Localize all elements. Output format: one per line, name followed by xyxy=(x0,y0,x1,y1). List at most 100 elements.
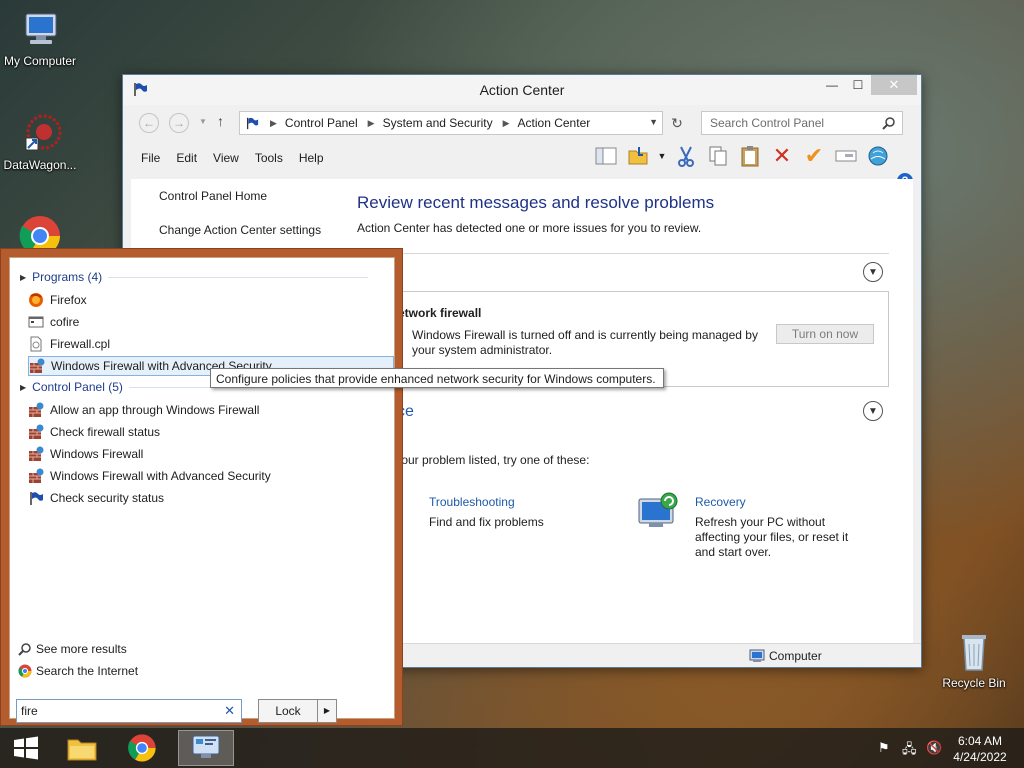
maintenance-section-header[interactable]: tenance ▼ xyxy=(357,393,889,431)
result-label: Firewall.cpl xyxy=(50,337,111,351)
volume-muted-icon[interactable]: 🔇 xyxy=(926,740,942,756)
breadcrumb-system-security[interactable]: System and Security xyxy=(383,116,493,130)
taskbar: ⚑ 🖧 🔇 6:04 AM 4/24/2022 xyxy=(0,728,1024,768)
menu-view[interactable]: View xyxy=(205,147,247,169)
search-control-panel-input[interactable]: Search Control Panel xyxy=(701,111,903,135)
result-cofire[interactable]: cofire xyxy=(28,312,394,332)
firewall-icon xyxy=(29,402,44,417)
recovery-item[interactable]: Recovery Refresh your PC without affecti… xyxy=(695,495,865,560)
rename-button[interactable] xyxy=(833,143,859,169)
taskbar-chrome[interactable] xyxy=(116,730,168,766)
desktop-icon-my-computer[interactable]: My Computer xyxy=(0,8,82,68)
start-button[interactable] xyxy=(0,730,52,766)
breadcrumb-separator-icon: ▶ xyxy=(270,117,277,128)
copy-button[interactable] xyxy=(705,143,731,169)
flag-icon[interactable]: ⚑ xyxy=(878,740,890,756)
close-button[interactable]: ✕ xyxy=(871,75,917,95)
result-allow-app-firewall[interactable]: Allow an app through Windows Firewall xyxy=(28,400,394,420)
security-section-header[interactable]: ity ▼ xyxy=(357,253,889,291)
desktop-icon-label: DataWagon... xyxy=(3,158,77,172)
chrome-icon xyxy=(18,664,32,678)
status-computer: Computer xyxy=(769,649,822,663)
file-icon xyxy=(30,336,42,352)
copy-icon xyxy=(709,146,727,166)
folder-icon xyxy=(67,739,97,761)
layout-button[interactable] xyxy=(593,143,619,169)
result-windows-firewall-advanced-cp[interactable]: Windows Firewall with Advanced Security xyxy=(28,466,394,486)
title-bar[interactable]: Action Center — ☐ ✕ xyxy=(123,75,921,105)
clear-search-icon[interactable]: ✕ xyxy=(224,703,235,719)
nav-change-action-center-settings[interactable]: Change Action Center settings xyxy=(159,223,321,237)
menu-file[interactable]: File xyxy=(133,147,168,169)
page-title: Review recent messages and resolve probl… xyxy=(357,193,715,212)
forward-button[interactable]: → xyxy=(169,113,189,133)
menu-edit[interactable]: Edit xyxy=(168,147,205,169)
web-button[interactable] xyxy=(865,143,891,169)
back-button[interactable]: ← xyxy=(139,113,159,133)
breadcrumb-separator-icon: ▶ xyxy=(367,117,375,128)
taskbar-control-panel[interactable] xyxy=(178,730,234,766)
chevron-down-icon[interactable]: ▼ xyxy=(649,117,658,127)
control-panel-icon xyxy=(192,735,220,758)
troubleshooting-link[interactable]: Troubleshooting xyxy=(429,495,589,510)
result-label: Check firewall status xyxy=(50,425,161,439)
folder-dropdown[interactable]: ▼ xyxy=(657,143,667,169)
recovery-icon xyxy=(638,492,678,527)
up-button[interactable]: ↑ xyxy=(217,113,224,129)
troubleshooting-item[interactable]: Troubleshooting Find and fix problems xyxy=(429,495,589,530)
folder-options-button[interactable] xyxy=(625,143,651,169)
lock-button[interactable]: Lock xyxy=(258,699,318,723)
turn-on-now-button[interactable]: Turn on now xyxy=(776,324,874,344)
clock[interactable]: 6:04 AM 4/24/2022 xyxy=(950,733,1010,765)
chevron-down-icon[interactable]: ▼ xyxy=(863,262,883,282)
computer-icon xyxy=(749,649,765,662)
desktop-icon-recycle-bin[interactable]: Recycle Bin xyxy=(932,630,1016,690)
breadcrumb-control-panel[interactable]: Control Panel xyxy=(285,116,358,130)
power-options-arrow[interactable]: ▶ xyxy=(317,699,337,723)
control-panel-header-label: Control Panel (5) xyxy=(32,380,123,394)
breadcrumb-action-center[interactable]: Action Center xyxy=(518,116,591,130)
address-bar[interactable]: ▶ Control Panel ▶ System and Security ▶ … xyxy=(239,111,663,135)
desktop-icon-datawagon[interactable]: DataWagon... xyxy=(0,112,82,172)
refresh-button[interactable]: ↻ xyxy=(667,113,687,133)
scissors-icon xyxy=(678,146,694,167)
layout-pane-icon xyxy=(595,147,617,165)
expand-triangle-icon: ▶ xyxy=(20,272,27,282)
delete-button[interactable]: ✕ xyxy=(769,143,795,169)
search-internet-link[interactable]: Search the Internet xyxy=(18,664,138,678)
result-firewall-cpl[interactable]: Firewall.cpl xyxy=(28,334,394,354)
paste-button[interactable] xyxy=(737,143,763,169)
chevron-down-icon[interactable]: ▼ xyxy=(863,401,883,421)
search-icon xyxy=(18,643,31,656)
programs-header-label: Programs (4) xyxy=(32,270,103,284)
start-search-input[interactable]: fire ✕ xyxy=(16,699,242,723)
taskbar-file-explorer[interactable] xyxy=(56,730,108,766)
network-icon[interactable]: 🖧 xyxy=(902,740,917,762)
menu-tools[interactable]: Tools xyxy=(247,147,291,169)
windows-logo-icon xyxy=(14,736,38,760)
result-firefox[interactable]: Firefox xyxy=(28,290,394,310)
recent-pages-dropdown[interactable]: ▼ xyxy=(199,117,207,126)
result-label: Windows Firewall with Advanced Security xyxy=(50,469,271,483)
globe-icon xyxy=(868,146,888,166)
see-more-results-link[interactable]: See more results xyxy=(18,642,127,656)
result-windows-firewall[interactable]: Windows Firewall xyxy=(28,444,394,464)
recovery-link[interactable]: Recovery xyxy=(695,495,865,510)
clipboard-icon xyxy=(741,146,759,167)
clock-date: 4/24/2022 xyxy=(953,750,1007,764)
result-check-security-status[interactable]: Check security status xyxy=(28,488,394,508)
minimize-button[interactable]: — xyxy=(819,75,845,95)
menu-help[interactable]: Help xyxy=(291,147,332,169)
nav-control-panel-home[interactable]: Control Panel Home xyxy=(159,189,321,203)
result-check-firewall-status[interactable]: Check firewall status xyxy=(28,422,394,442)
properties-button[interactable]: ✔ xyxy=(801,143,827,169)
recycle-bin-icon xyxy=(962,635,986,671)
firewall-icon xyxy=(29,468,44,483)
troubleshooting-desc: Find and fix problems xyxy=(429,515,544,529)
expand-triangle-icon: ▶ xyxy=(20,382,27,392)
programs-group-header[interactable]: ▶ Programs (4) xyxy=(20,270,369,284)
search-results: ▶ Programs (4) Firefox cofire Firewall.c… xyxy=(9,257,395,723)
window-title: Action Center xyxy=(479,82,565,98)
maximize-button[interactable]: ☐ xyxy=(845,75,871,95)
cut-button[interactable] xyxy=(673,143,699,169)
